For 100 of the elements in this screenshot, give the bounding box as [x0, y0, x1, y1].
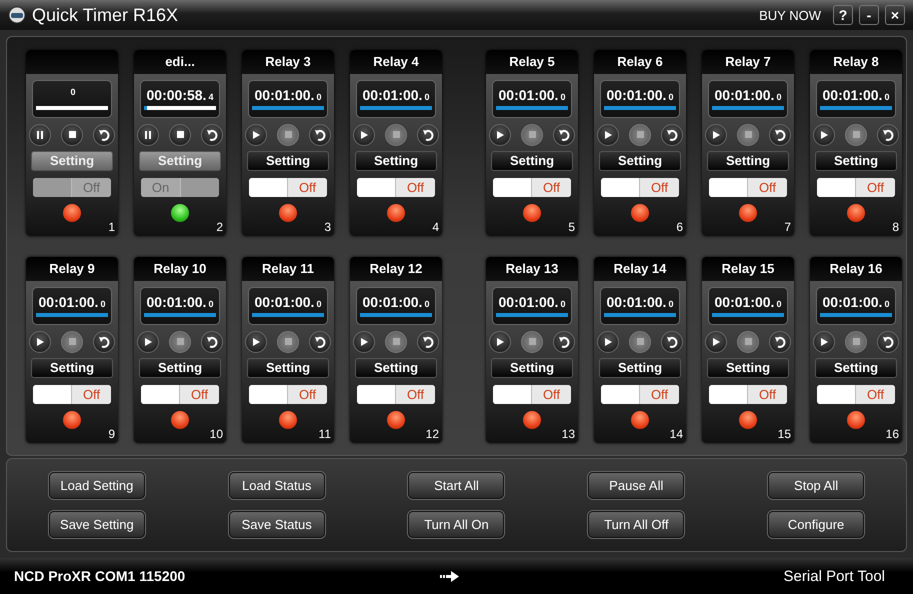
setting-button[interactable]: Setting [815, 150, 897, 170]
reset-button[interactable] [877, 124, 899, 146]
stop-icon [176, 338, 184, 345]
play-button[interactable] [137, 330, 159, 352]
play-icon [252, 130, 260, 138]
action-button[interactable]: Save Setting [48, 511, 145, 538]
timer-tenths: 0 [316, 92, 322, 102]
connection-label: NCD ProXR COM1 115200 [14, 568, 186, 584]
relay-title: Relay 12 [370, 261, 422, 276]
play-button[interactable] [705, 124, 727, 146]
reset-button[interactable] [661, 330, 683, 352]
reset-icon [422, 336, 434, 348]
play-button[interactable] [489, 330, 511, 352]
play-button[interactable] [245, 124, 267, 146]
relay-title: Relay 5 [509, 54, 555, 69]
on-off-switch[interactable]: Off [817, 178, 895, 196]
play-button[interactable] [597, 124, 619, 146]
on-off-switch[interactable]: Off [33, 384, 111, 404]
setting-button[interactable]: Setting [355, 358, 437, 378]
action-button[interactable]: Start All [408, 472, 504, 499]
on-off-switch[interactable]: Off [493, 178, 571, 196]
stop-button[interactable] [61, 124, 83, 146]
reset-button[interactable] [769, 124, 791, 146]
play-button[interactable] [353, 330, 375, 352]
action-button[interactable]: Stop All [768, 472, 864, 499]
play-button[interactable] [597, 330, 619, 352]
app-icon [8, 6, 26, 24]
setting-button[interactable]: Setting [707, 150, 789, 170]
reset-icon [666, 336, 678, 348]
stop-icon [284, 131, 292, 138]
on-off-switch[interactable]: Off [249, 384, 327, 404]
on-off-switch[interactable]: Off [709, 384, 787, 404]
on-off-switch[interactable]: Off [493, 384, 571, 404]
play-button[interactable] [29, 330, 51, 352]
reset-button[interactable] [553, 330, 575, 352]
reset-button[interactable] [93, 124, 115, 146]
setting-button[interactable]: Setting [247, 150, 329, 170]
setting-button[interactable]: Setting [599, 150, 681, 170]
action-button[interactable]: Pause All [588, 472, 684, 499]
relay-number: 14 [670, 426, 683, 440]
play-icon [144, 338, 152, 346]
reset-button[interactable] [309, 124, 331, 146]
on-off-switch[interactable]: Off [141, 384, 219, 404]
play-button[interactable] [245, 330, 267, 352]
play-button[interactable] [489, 124, 511, 146]
stop-button[interactable] [169, 124, 191, 146]
play-button[interactable] [813, 124, 835, 146]
reset-icon [882, 128, 894, 140]
timer-value: 00:01:00. [606, 294, 666, 310]
pause-button[interactable] [29, 124, 51, 146]
timer-value: 00:01:00. [498, 294, 558, 310]
relay-title: Relay 6 [617, 54, 663, 69]
on-off-switch[interactable]: Off [601, 178, 679, 196]
setting-button[interactable]: Setting [707, 358, 789, 378]
stop-icon [636, 338, 644, 345]
on-off-switch[interactable]: Off [249, 178, 327, 196]
reset-button[interactable] [93, 330, 115, 352]
reset-button[interactable] [309, 330, 331, 352]
reset-button[interactable] [553, 124, 575, 146]
action-button[interactable]: Turn All On [408, 511, 504, 538]
setting-button[interactable]: Setting [247, 358, 329, 378]
relay-title: Relay 16 [830, 261, 882, 276]
on-off-switch[interactable]: Off [709, 178, 787, 196]
play-button[interactable] [705, 330, 727, 352]
setting-button[interactable]: Setting [31, 358, 113, 378]
buy-now-link[interactable]: BUY NOW [759, 8, 821, 22]
on-off-switch[interactable]: Off [601, 384, 679, 404]
on-off-switch[interactable]: Off [357, 384, 435, 404]
action-button[interactable]: Save Status [228, 511, 325, 538]
help-button[interactable]: ? [833, 5, 853, 25]
reset-button[interactable] [877, 330, 899, 352]
close-button[interactable]: × [885, 5, 905, 25]
stop-icon [744, 131, 752, 138]
play-icon [360, 338, 368, 346]
setting-button[interactable]: Setting [599, 358, 681, 378]
play-button[interactable] [813, 330, 835, 352]
minimize-button[interactable]: - [859, 5, 879, 25]
play-button[interactable] [353, 124, 375, 146]
reset-button[interactable] [201, 330, 223, 352]
setting-button[interactable]: Setting [139, 358, 221, 378]
reset-button[interactable] [201, 124, 223, 146]
reset-button[interactable] [769, 330, 791, 352]
setting-button[interactable]: Setting [491, 358, 573, 378]
setting-button[interactable]: Setting [815, 358, 897, 378]
setting-button[interactable]: Setting [355, 150, 437, 170]
serial-port-tool-link[interactable]: Serial Port Tool [585, 568, 885, 584]
pause-button[interactable] [137, 124, 159, 146]
relay-title: Relay 4 [373, 54, 419, 69]
action-button[interactable]: Configure [768, 511, 864, 538]
setting-button[interactable]: Setting [491, 150, 573, 170]
reset-icon [774, 128, 786, 140]
on-off-switch[interactable]: Off [357, 178, 435, 196]
timer-value: 00:01:00. [822, 87, 882, 103]
action-button[interactable]: Turn All Off [588, 511, 684, 538]
reset-button[interactable] [661, 124, 683, 146]
reset-button[interactable] [417, 330, 439, 352]
action-button[interactable]: Load Status [228, 472, 325, 499]
on-off-switch[interactable]: Off [817, 384, 895, 404]
reset-button[interactable] [417, 124, 439, 146]
action-button[interactable]: Load Setting [48, 472, 145, 499]
